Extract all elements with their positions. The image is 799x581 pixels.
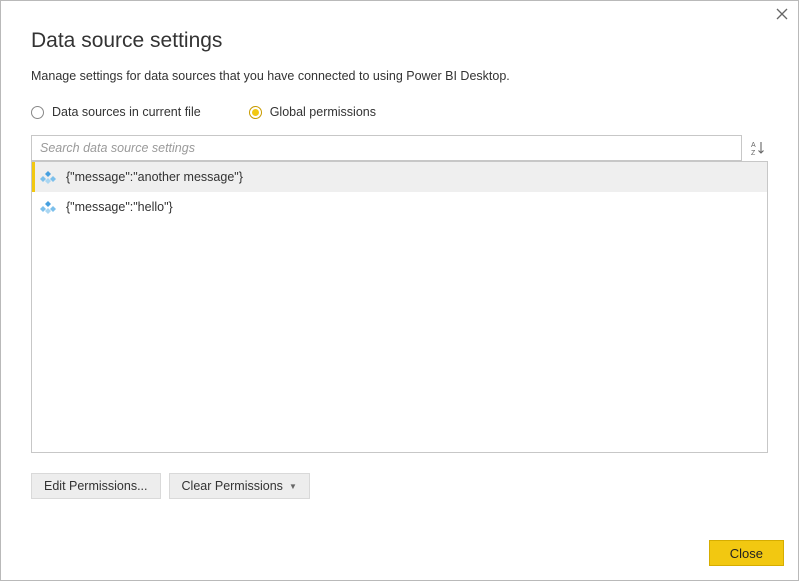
close-button[interactable]: Close [709,540,784,566]
datasource-icon [40,169,56,185]
radio-current-file[interactable]: Data sources in current file [31,105,201,119]
list-item-label: {"message":"hello"} [66,200,173,214]
button-label: Edit Permissions... [44,479,148,493]
clear-permissions-button[interactable]: Clear Permissions ▼ [169,473,310,499]
radio-label: Global permissions [270,105,376,119]
radio-icon [31,106,44,119]
svg-text:Z: Z [751,150,756,156]
datasource-icon [40,199,56,215]
list-item[interactable]: {"message":"hello"} [32,192,767,222]
sort-az-icon: A Z [751,140,765,156]
list-item-label: {"message":"another message"} [66,170,243,184]
search-input[interactable] [31,135,742,161]
data-source-list[interactable]: {"message":"another message"} {"message"… [31,161,768,453]
radio-label: Data sources in current file [52,105,201,119]
scope-radio-group: Data sources in current file Global perm… [31,105,768,119]
dialog-subtitle: Manage settings for data sources that yo… [31,69,768,83]
edit-permissions-button[interactable]: Edit Permissions... [31,473,161,499]
close-icon[interactable] [776,7,788,25]
dialog-title: Data source settings [31,29,768,53]
list-item[interactable]: {"message":"another message"} [32,162,767,192]
radio-global-permissions[interactable]: Global permissions [249,105,376,119]
svg-text:A: A [751,142,756,149]
chevron-down-icon: ▼ [289,482,297,491]
radio-icon [249,106,262,119]
sort-button[interactable]: A Z [748,135,768,161]
button-label: Clear Permissions [182,479,283,493]
